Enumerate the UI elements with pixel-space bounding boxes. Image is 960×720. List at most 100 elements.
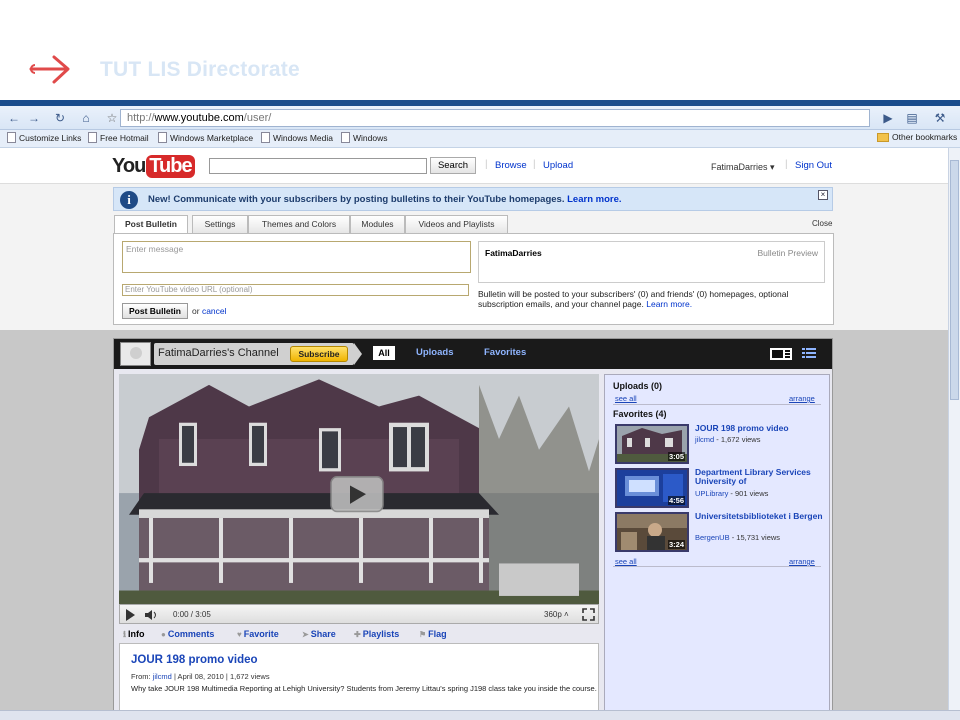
preview-username: FatimaDarries [485,248,542,258]
browse-link[interactable]: Browse [495,160,527,171]
tab-post-bulletin[interactable]: Post Bulletin [114,215,188,234]
info-icon: i [120,191,138,209]
favorite-meta: jilcmd - 1,672 views [695,435,761,444]
video-thumbnail[interactable]: 4:56 [615,468,689,508]
quality-selector[interactable]: 360p ˄ [544,610,569,619]
uploads-heading: Uploads (0) [613,381,663,391]
fullscreen-icon[interactable] [582,608,595,621]
see-all-link[interactable]: see all [615,394,637,403]
learn-more-link[interactable]: Learn more. [567,194,621,205]
volume-icon[interactable] [144,609,160,621]
bookmark-windows-media[interactable]: Windows Media [261,132,333,143]
favorite-meta: BergenUB - 15,731 views [695,533,781,542]
bulletin-area: i New! Communicate with your subscribers… [0,184,948,330]
url-domain: www.youtube.com [154,112,244,124]
browser-toolbar: ← → ↻ ⌂ ☆ http://www.youtube.com/user/ ▶… [0,106,960,130]
heart-icon: ♥ [237,630,242,639]
youtube-logo[interactable]: You Tube [112,154,195,178]
tab-videos-and-playlists[interactable]: Videos and Playlists [405,215,508,233]
bookmark-windows[interactable]: Windows [341,132,387,143]
go-icon[interactable]: ▶ [880,110,896,126]
scrollbar[interactable] [948,148,960,720]
back-icon[interactable]: ← [6,110,22,126]
home-icon[interactable]: ⌂ [78,110,94,126]
info-icon: ℹ [123,630,127,639]
video-meta: From: jilcmd | April 08, 2010 | 1,672 vi… [131,672,270,681]
list-item[interactable]: 3:24 Universitetsbiblioteket i Bergen Be… [615,512,825,554]
search-button[interactable]: Search [430,157,476,174]
bookmarks-bar: Customize Links Free Hotmail Windows Mar… [0,130,960,148]
tab-flag[interactable]: ⚑ Flag [419,629,447,639]
grid-view-icon[interactable] [802,348,816,358]
bulletin-panel: Enter message Enter YouTube video URL (o… [113,233,834,325]
time-display: 0:00 / 3:05 [173,610,211,619]
message-input[interactable]: Enter message [122,241,471,273]
video-author-link[interactable]: jilcmd [153,672,172,681]
see-all-link[interactable]: see all [615,557,637,566]
tab-share[interactable]: ➤ Share [302,629,336,639]
forward-icon[interactable]: → [26,110,42,126]
flag-icon: ⚑ [419,630,427,639]
arrange-link[interactable]: arrange [789,557,815,566]
video-thumbnail[interactable]: 3:24 [615,512,689,552]
user-menu[interactable]: FatimaDarries ▾ [711,162,775,173]
side-panel: Uploads (0) see all arrange Favorites (4… [604,374,830,720]
tab-modules[interactable]: Modules [350,215,405,233]
page-menu-icon[interactable]: ▤ [904,110,920,126]
post-bulletin-button[interactable]: Post Bulletin [122,303,188,319]
other-bookmarks[interactable]: Other bookmarks [877,132,957,142]
tab-all[interactable]: All [373,346,395,360]
reload-icon[interactable]: ↻ [52,110,68,126]
page-icon [88,132,97,143]
tab-comments[interactable]: ● Comments [161,629,214,639]
divider [613,566,821,567]
player-controls: 0:00 / 3:05 360p ˄ [119,604,599,624]
address-bar[interactable]: http://www.youtube.com/user/ [120,109,870,127]
close-icon[interactable]: × [818,190,828,200]
bookmark-free-hotmail[interactable]: Free Hotmail [88,132,149,143]
url-path: /user/ [243,112,272,124]
list-item[interactable]: 3:05 JOUR 198 promo video jilcmd - 1,672… [615,424,825,466]
video-title[interactable]: JOUR 198 promo video [131,654,258,666]
star-icon[interactable]: ☆ [104,110,120,126]
page-icon [341,132,350,143]
video-url-input[interactable]: Enter YouTube video URL (optional) [122,284,469,296]
wrench-icon[interactable]: ⚒ [932,110,948,126]
favorite-title[interactable]: Department Library Services University o… [695,468,823,486]
subscribe-button[interactable]: Subscribe [290,346,348,362]
cancel-link[interactable]: cancel [202,306,227,316]
share-icon: ➤ [302,630,309,639]
favorite-title[interactable]: Universitetsbiblioteket i Bergen [695,512,823,521]
video-player[interactable] [119,374,599,623]
bookmark-customize-links[interactable]: Customize Links [7,132,81,143]
arrange-link[interactable]: arrange [789,394,815,403]
learn-more-link[interactable]: Learn more. [646,299,692,309]
tab-settings[interactable]: Settings [192,215,248,233]
tab-favorite[interactable]: ♥ Favorite [237,629,279,639]
channel-title-box: FatimaDarries's Channel Subscribe [154,343,354,365]
title-arrow [354,343,362,365]
bulletin-note: Bulletin will be posted to your subscrib… [478,289,789,309]
close-link[interactable]: Close [812,219,832,228]
search-input[interactable] [209,158,427,174]
status-bar [0,710,960,720]
tab-playlists[interactable]: ✚ Playlists [354,629,399,639]
scroll-thumb[interactable] [950,160,959,400]
tab-themes-and-colors[interactable]: Themes and Colors [248,215,350,233]
page-icon [261,132,270,143]
favorite-title[interactable]: JOUR 198 promo video [695,424,823,433]
tab-info[interactable]: ℹ Info [123,629,145,639]
tab-uploads[interactable]: Uploads [416,347,453,358]
sign-out-link[interactable]: Sign Out [795,160,832,171]
bookmark-windows-marketplace[interactable]: Windows Marketplace [158,132,253,143]
duration-badge: 4:56 [667,496,685,505]
upload-link[interactable]: Upload [543,160,573,171]
play-icon[interactable] [126,609,135,621]
video-thumbnail[interactable]: 3:05 [615,424,689,464]
list-item[interactable]: 4:56 Department Library Services Univers… [615,468,825,510]
folder-icon [877,132,889,142]
plus-icon: ✚ [354,630,361,639]
tab-favorites[interactable]: Favorites [484,347,526,358]
avatar[interactable] [120,342,151,366]
player-view-icon[interactable] [770,348,792,360]
